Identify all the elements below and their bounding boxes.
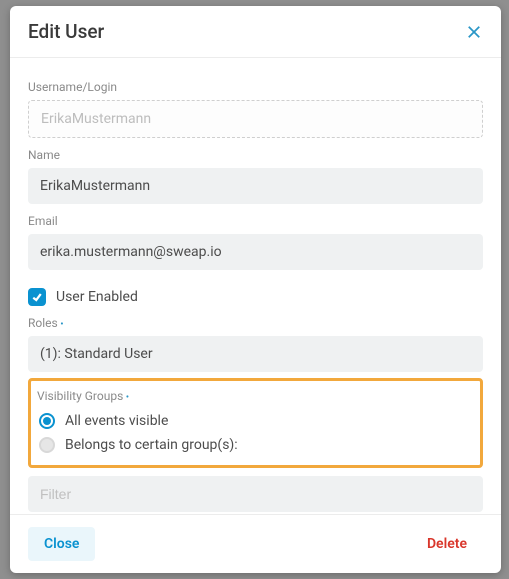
roles-label: Roles	[28, 316, 483, 330]
visibility-option-groups[interactable]: Belongs to certain group(s):	[37, 433, 474, 457]
visibility-option-all[interactable]: All events visible	[37, 409, 474, 433]
modal-header: Edit User	[10, 6, 501, 58]
visibility-groups-section: Visibility Groups All events visible Bel…	[28, 378, 483, 468]
radio-icon[interactable]	[39, 413, 55, 429]
user-enabled-label: User Enabled	[56, 289, 138, 305]
modal-body: Username/Login Name Email User Enabled R…	[10, 58, 501, 514]
radio-icon[interactable]	[39, 437, 55, 453]
name-input[interactable]	[28, 168, 483, 204]
email-label: Email	[28, 214, 483, 228]
delete-button[interactable]: Delete	[411, 527, 483, 561]
close-icon[interactable]	[465, 23, 483, 41]
user-enabled-checkbox[interactable]	[28, 288, 46, 306]
username-label: Username/Login	[28, 80, 483, 94]
filter-input[interactable]	[28, 476, 483, 512]
modal-title: Edit User	[28, 20, 104, 43]
roles-input[interactable]	[28, 336, 483, 372]
name-label: Name	[28, 148, 483, 162]
email-input[interactable]	[28, 234, 483, 270]
visibility-label: Visibility Groups	[37, 389, 474, 403]
user-enabled-row[interactable]: User Enabled	[28, 288, 483, 306]
visibility-option-all-label: All events visible	[65, 413, 168, 429]
visibility-option-groups-label: Belongs to certain group(s):	[65, 437, 238, 453]
modal-footer: Close Delete	[10, 514, 501, 573]
close-button[interactable]: Close	[28, 527, 95, 561]
edit-user-modal: Edit User Username/Login Name Email User…	[10, 6, 501, 573]
username-input	[28, 100, 483, 138]
